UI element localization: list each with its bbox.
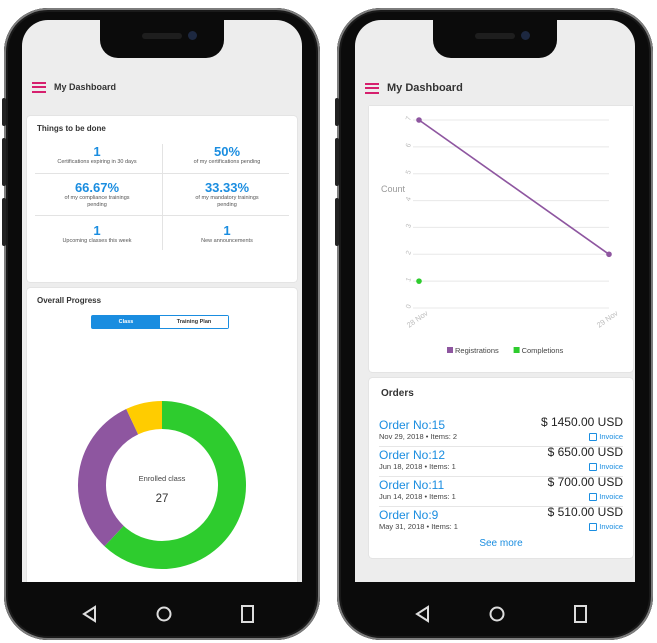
stat-item[interactable]: 1 New announcements	[165, 223, 289, 245]
donut-label: Enrolled class	[139, 474, 186, 483]
order-amount: $ 1450.00 USD	[540, 415, 623, 429]
power-button	[2, 198, 6, 246]
home-icon[interactable]	[489, 606, 505, 622]
power-button	[335, 198, 339, 246]
y-tick-label: 7	[405, 116, 413, 122]
app-bar: My Dashboard	[22, 72, 302, 102]
chart-card: 0 1 2 3 4 5 6 7 28 Nov 29 Nov Count Registration…	[369, 106, 633, 372]
card-title: Things to be done	[37, 124, 106, 133]
data-point[interactable]	[606, 251, 612, 258]
y-tick-label: 3	[405, 223, 413, 229]
stat-item[interactable]: 1 Certifications expiring in 30 days	[35, 144, 159, 166]
order-amount: $ 510.00 USD	[547, 505, 623, 519]
y-tick-label: 5	[405, 169, 413, 175]
invoice-link[interactable]: Invoice	[589, 492, 623, 501]
invoice-link[interactable]: Invoice	[589, 432, 623, 441]
invoice-link[interactable]: Invoice	[589, 462, 623, 471]
donut-value: 27	[156, 493, 169, 505]
notch	[433, 20, 557, 58]
right-screen: My Dashboard 0 1 2 3 4 5 6 7 28 Nov 29 Nov Count…	[355, 20, 635, 582]
legend-label: Completions	[522, 346, 564, 355]
progress-toggle: Class Training Plan	[91, 315, 229, 329]
order-number-link[interactable]: Order No:15	[379, 418, 445, 432]
volume-button	[335, 98, 339, 126]
order-amount: $ 700.00 USD	[547, 475, 623, 489]
left-screen: My Dashboard Things to be done 1 Certifi…	[22, 20, 302, 582]
recents-icon[interactable]	[574, 605, 587, 623]
app-bar: My Dashboard	[355, 70, 635, 106]
volume-button	[2, 138, 6, 186]
order-meta: Nov 29, 2018 • Items: 2	[379, 432, 458, 441]
x-tick-label: 29 Nov	[595, 308, 620, 329]
order-row[interactable]: Order No:12 Jun 18, 2018 • Items: 1 $ 65…	[379, 445, 623, 477]
y-axis-label: Count	[381, 184, 406, 194]
x-tick-label: 28 Nov	[405, 308, 430, 329]
legend-swatch	[447, 347, 453, 353]
order-row[interactable]: Order No:11 Jun 14, 2018 • Items: 1 $ 70…	[379, 475, 623, 507]
y-tick-label: 1	[405, 277, 413, 283]
volume-button	[2, 98, 6, 126]
donut-segment[interactable]	[126, 401, 163, 435]
data-point[interactable]	[416, 117, 422, 123]
donut-segment[interactable]	[78, 409, 139, 547]
home-icon[interactable]	[156, 606, 172, 622]
series-line	[418, 119, 610, 255]
y-tick-label: 2	[405, 250, 413, 256]
todo-card: Things to be done 1 Certifications expir…	[27, 116, 297, 282]
recents-icon[interactable]	[241, 605, 254, 623]
back-icon[interactable]	[82, 605, 96, 623]
order-row[interactable]: Order No:15 Nov 29, 2018 • Items: 2 $ 14…	[379, 415, 623, 447]
orders-card: Orders Order No:15 Nov 29, 2018 • Items:…	[369, 378, 633, 558]
y-tick-label: 6	[405, 142, 413, 148]
hamburger-menu-icon[interactable]	[365, 82, 379, 94]
notch	[100, 20, 224, 58]
legend-swatch	[513, 347, 520, 353]
invoice-icon	[589, 462, 598, 471]
stat-item[interactable]: 50% of my certifications pending	[165, 144, 289, 166]
see-more-link[interactable]: See more	[369, 538, 633, 549]
invoice-icon	[589, 492, 598, 501]
stat-item[interactable]: 66.67% of my compliance trainings pendin…	[35, 180, 159, 209]
progress-donut-chart: Enrolled class 27	[78, 401, 246, 569]
card-title: Orders	[381, 388, 414, 399]
order-meta: May 31, 2018 • Items: 1	[379, 522, 458, 531]
y-tick-label: 4	[405, 196, 413, 202]
order-row[interactable]: Order No:9 May 31, 2018 • Items: 1 $ 510…	[379, 505, 623, 536]
stat-item[interactable]: 1 Upcoming classes this week	[35, 223, 159, 245]
order-number-link[interactable]: Order No:11	[379, 478, 444, 492]
android-nav-bar	[415, 605, 587, 623]
tab-training-plan[interactable]: Training Plan	[160, 316, 228, 328]
invoice-icon	[589, 432, 598, 441]
android-nav-bar	[82, 605, 254, 623]
hamburger-menu-icon[interactable]	[32, 81, 46, 93]
order-number-link[interactable]: Order No:9	[379, 508, 438, 522]
invoice-icon	[589, 522, 598, 531]
order-number-link[interactable]: Order No:12	[379, 448, 445, 462]
back-icon[interactable]	[415, 605, 429, 623]
order-meta: Jun 14, 2018 • Items: 1	[379, 492, 456, 501]
volume-button	[335, 138, 339, 186]
order-amount: $ 650.00 USD	[547, 445, 623, 459]
page-title: My Dashboard	[54, 82, 117, 92]
card-title: Overall Progress	[37, 296, 102, 305]
phone-right: My Dashboard 0 1 2 3 4 5 6 7 28 Nov 29 Nov Count…	[335, 8, 653, 640]
progress-card: Overall Progress Class Training Plan Enr…	[27, 288, 297, 582]
phone-left: My Dashboard Things to be done 1 Certifi…	[2, 8, 320, 640]
order-meta: Jun 18, 2018 • Items: 1	[379, 462, 456, 471]
y-tick-label: 0	[405, 304, 413, 310]
legend-label: Registrations	[455, 346, 499, 355]
invoice-link[interactable]: Invoice	[589, 522, 623, 531]
tab-class[interactable]: Class	[92, 316, 160, 328]
page-title: My Dashboard	[387, 82, 463, 94]
registrations-line-chart: 0 1 2 3 4 5 6 7 28 Nov 29 Nov Count Registration…	[381, 116, 620, 355]
stat-item[interactable]: 33.33% of my mandatory trainings pending	[165, 180, 289, 209]
data-point[interactable]	[416, 278, 422, 284]
